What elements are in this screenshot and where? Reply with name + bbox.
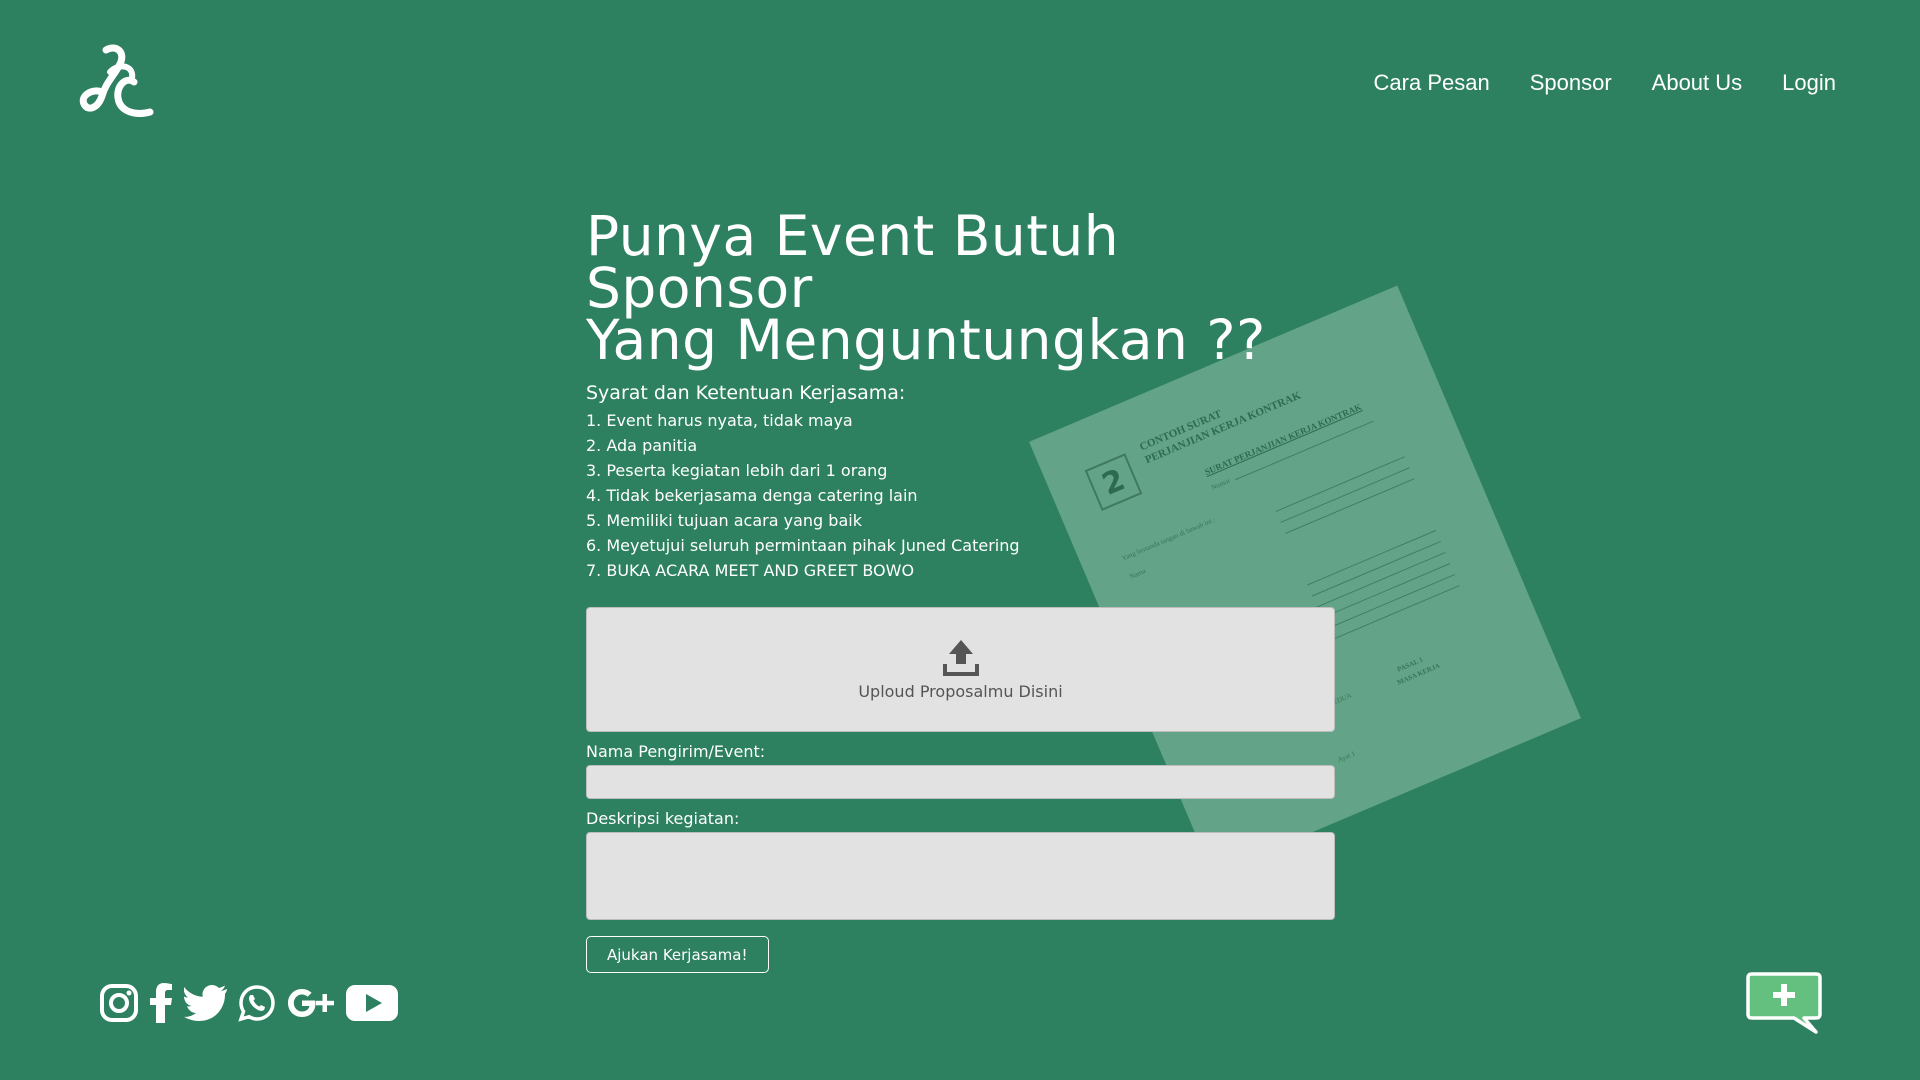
top-nav: Cara Pesan Sponsor About Us Login <box>1334 70 1836 96</box>
nav-sponsor[interactable]: Sponsor <box>1530 70 1612 96</box>
jc-logo-icon[interactable] <box>76 42 156 122</box>
google-plus-icon[interactable] <box>286 982 336 1024</box>
social-links <box>100 982 398 1024</box>
name-field-label: Nama Pengirim/Event: <box>586 742 766 761</box>
twitter-icon[interactable] <box>184 982 228 1024</box>
headline-line-2: Yang Menguntungkan ?? <box>586 308 1266 372</box>
headline-line-1: Punya Event Butuh Sponsor <box>586 204 1120 320</box>
submit-button[interactable]: Ajukan Kerjasama! <box>586 936 769 973</box>
nav-about-us[interactable]: About Us <box>1652 70 1743 96</box>
terms-title: Syarat dan Ketentuan Kerjasama: <box>586 382 906 404</box>
terms-item: 4. Tidak bekerjasama denga catering lain <box>586 486 918 505</box>
youtube-icon[interactable] <box>346 982 398 1024</box>
terms-item: 2. Ada panitia <box>586 436 698 455</box>
description-field-label: Deskripsi kegiatan: <box>586 809 740 828</box>
proposal-upload-dropzone[interactable]: Uploud Proposalmu Disini <box>586 607 1335 732</box>
nav-login[interactable]: Login <box>1782 70 1836 96</box>
terms-list: 1. Event harus nyata, tidak maya 2. Ada … <box>586 408 1336 583</box>
page: Cara Pesan Sponsor About Us Login 2 CONT… <box>0 0 1920 1080</box>
upload-label: Uploud Proposalmu Disini <box>858 682 1063 701</box>
terms-item: 5. Memiliki tujuan acara yang baik <box>586 511 862 530</box>
terms-item: 3. Peserta kegiatan lebih dari 1 orang <box>586 461 888 480</box>
sponsor-form-section: Punya Event Butuh Sponsor Yang Menguntun… <box>586 204 1336 973</box>
upload-icon <box>942 640 979 676</box>
terms-item: 7. BUKA ACARA MEET AND GREET BOWO <box>586 561 915 580</box>
instagram-icon[interactable] <box>100 982 138 1024</box>
page-headline: Punya Event Butuh Sponsor Yang Menguntun… <box>586 204 1336 372</box>
add-chat-icon[interactable] <box>1746 972 1822 1036</box>
whatsapp-icon[interactable] <box>238 982 276 1024</box>
nav-cara-pesan[interactable]: Cara Pesan <box>1374 70 1490 96</box>
terms-item: 1. Event harus nyata, tidak maya <box>586 411 853 430</box>
name-input[interactable] <box>586 765 1335 799</box>
description-textarea[interactable] <box>586 832 1335 920</box>
terms-item: 6. Meyetujui seluruh permintaan pihak Ju… <box>586 536 1020 555</box>
document-text-ayat: Ayat 1 <box>1336 749 1357 765</box>
facebook-icon[interactable] <box>148 982 174 1024</box>
